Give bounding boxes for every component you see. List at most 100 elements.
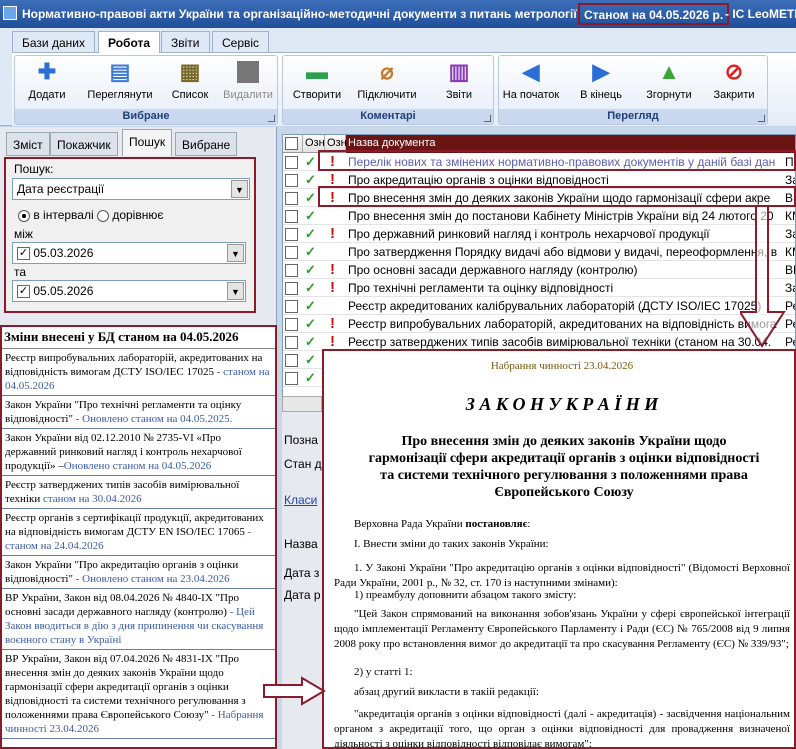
detail-link[interactable]: Класи [284,493,317,507]
search-label: Пошук: [14,162,54,176]
document-name: Про акредитацію органів з оцінки відпові… [348,173,609,187]
doc-paragraph: абзац другий викласти в такій редакції: [354,686,539,698]
update-item[interactable]: Реєстр органів з сертифікації продукції,… [2,509,275,556]
row-checkbox[interactable] [285,209,298,224]
search-panel: Пошук: Дата реєстрації ▼ в інтервалі дор… [4,157,256,313]
tab-index[interactable]: Покажчик [50,132,118,156]
chevron-down-icon[interactable]: ▼ [227,282,244,300]
group-expand-icon[interactable] [484,115,491,122]
window-title-suffix: - ІС LeoMETR [725,7,796,21]
collapse-button[interactable]: ▲ Згорнути [639,59,699,107]
checkmark-icon: ✓ [305,244,316,259]
chevron-down-icon[interactable]: ▼ [227,244,244,262]
date-from-checkbox[interactable]: ✓ [17,247,30,261]
row-checkbox[interactable] [285,173,298,188]
group-expand-icon[interactable] [758,115,765,122]
document-name: Про затвердження Порядку видачі або відм… [348,245,778,259]
highlight-row-1 [318,150,796,171]
tab-favorites[interactable]: Вибране [175,132,238,156]
horizontal-scrollbar[interactable] [282,396,322,412]
radio-interval[interactable] [18,209,30,222]
updates-panel: Зміни внесені у БД станом на 04.05.2026 … [0,325,277,749]
exclamation-icon: ! [330,279,335,296]
update-item[interactable]: Закон України "Про акредитацію органів з… [2,556,275,589]
delete-icon [237,61,259,83]
tab-search[interactable]: Пошук [122,129,173,156]
to-start-button[interactable]: ◀ На початок [499,59,563,107]
stop-icon: ⊘ [724,59,744,84]
create-comment-button[interactable]: ▬ Створити [287,59,347,107]
update-item[interactable]: Закон України від 02.12.2010 № 2735-VI «… [2,429,275,476]
list-button[interactable]: ▦ Список [160,59,220,107]
date-to-checkbox[interactable]: ✓ [17,285,30,299]
detail-label: Дата з [284,566,320,580]
add-button[interactable]: ✚ Додати [17,59,77,107]
chevron-down-icon[interactable]: ▼ [231,180,248,198]
table-row[interactable]: ✓! Реєстр випробувальних лабораторій, акр… [283,315,795,333]
radio-equal[interactable] [96,209,109,222]
view-button-label: Переглянути [87,89,153,101]
group-comments-label: Коментарі [283,109,493,124]
row-checkbox[interactable] [285,317,298,332]
tab-work[interactable]: Робота [98,31,161,53]
update-item[interactable]: Закон України "Про технічні регламенти т… [2,396,275,429]
exclamation-icon: ! [330,225,335,242]
group-comments: ▬ Створити ⌀ Підключити ▥ Звіти Коментар… [282,55,494,125]
row-checkbox[interactable] [285,245,298,260]
to-end-button[interactable]: ▶ В кінець [571,59,631,107]
row-checkbox[interactable] [285,263,298,278]
preamble-colon: : [527,518,531,530]
attach-button[interactable]: ⌀ Підключити [353,59,421,107]
radio-interval-label: в інтервалі [33,208,94,222]
checkmark-icon: ✓ [305,316,316,331]
row-checkbox[interactable] [285,371,298,386]
attach-button-label: Підключити [357,89,417,101]
view-button[interactable]: ▤ Переглянути [85,59,155,107]
updates-list: Реєстр випробувальних лабораторій, акред… [2,349,275,739]
update-item[interactable]: ВР України, Закон від 07.04.2026 № 4831-… [2,650,275,739]
table-row[interactable]: ✓! Про технічні регламенти та оцінку відп… [283,279,795,297]
comment-reports-button[interactable]: ▥ Звіти [429,59,489,107]
group-expand-icon[interactable] [268,115,275,122]
update-item[interactable]: Реєстр затверджених типів засобів вимірю… [2,476,275,509]
update-item[interactable]: Реєстр випробувальних лабораторій, акред… [2,349,275,396]
search-field-select[interactable]: Дата реєстрації ▼ [12,178,250,200]
row-checkbox[interactable] [285,155,298,170]
table-row[interactable]: ✓ Про внесення змін до постанови Кабінету… [283,207,795,225]
checkmark-icon: ✓ [305,226,316,241]
table-row[interactable]: ✓! Про основні засади державного нагляду … [283,261,795,279]
search-field-value: Дата реєстрації [17,182,105,196]
row-checkbox[interactable] [285,353,298,368]
view-icon: ▤ [109,59,131,84]
checkmark-icon: ✓ [305,280,316,295]
update-item[interactable]: ВР України, Закон від 08.04.2026 № 4840-… [2,589,275,650]
close-button[interactable]: ⊘ Закрити [704,59,764,107]
detail-label: Стан д [284,457,322,471]
row-checkbox[interactable] [285,227,298,242]
tab-databases[interactable]: Бази даних [12,31,95,53]
date-from-picker[interactable]: ✓ 05.03.2026 ▼ [12,242,246,264]
delete-button[interactable]: Видалити [218,59,278,107]
row-checkbox[interactable] [285,335,298,350]
exclamation-icon: ! [330,315,335,332]
row-checkbox[interactable] [285,281,298,296]
table-row[interactable]: ✓ Реєстр акредитованих калібрувальних лаб… [283,297,795,315]
radio-group: в інтервалі дорівнює [18,208,163,222]
preamble-bold: постановляє [465,518,528,530]
add-button-label: Додати [28,89,66,101]
tab-reports[interactable]: Звіти [161,31,210,53]
update-status: - Оновлено станом на 23.04.2026 [72,573,230,585]
header-select-all[interactable] [283,135,303,153]
update-text: ВР України, Закон від 08.04.2026 № 4840-… [5,592,239,618]
table-row[interactable]: ✓! Про державний ринковий нагляд і контро… [283,225,795,243]
preamble: Верховна Рада України постановляє: [354,517,794,532]
table-row[interactable]: ✓ Про затвердження Порядку видачі або від… [283,243,795,261]
tab-contents[interactable]: Зміст [6,132,50,156]
row-checkbox[interactable] [285,191,298,206]
detail-label: Позна [284,433,318,447]
row-checkbox[interactable] [285,299,298,314]
date-to-picker[interactable]: ✓ 05.05.2026 ▼ [12,280,246,302]
group-view: ◀ На початок ▶ В кінець ▲ Згорнути ⊘ Зак… [498,55,768,125]
update-status: - Оновлено станом на 04.05.2025. [72,413,233,425]
tab-service[interactable]: Сервіс [212,31,270,53]
